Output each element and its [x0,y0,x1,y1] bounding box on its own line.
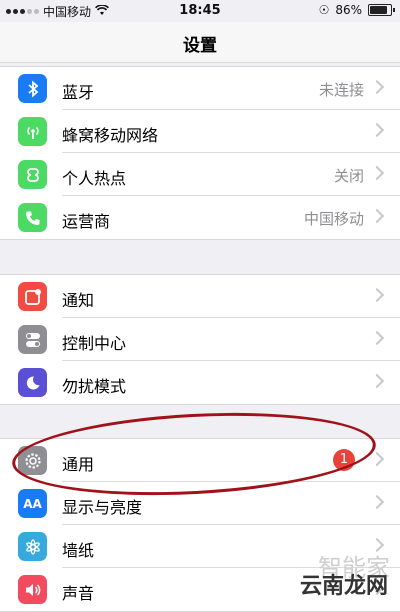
settings-row-general[interactable]: 通用 1 [0,439,400,482]
settings-row-bluetooth[interactable]: 蓝牙 未连接 [0,67,400,110]
chevron-right-icon [369,79,385,95]
settings-row-cellular[interactable]: 蜂窝移动网络 [0,110,400,153]
row-label: 运营商 [62,212,111,231]
navigation-bar: 设置 [0,22,400,63]
row-label: 蓝牙 [62,83,95,102]
chevron-right-icon [369,287,385,303]
row-label: 墙纸 [62,541,95,560]
status-bar: 中国移动 18:45 ☉ 86% [0,0,400,22]
chevron-right-icon [369,494,385,510]
chevron-right-icon [369,330,385,346]
row-label: 个人热点 [62,169,127,188]
row-label: 勿扰模式 [62,377,127,396]
notification-icon [18,282,47,311]
settings-group-connectivity: 蓝牙 未连接 蜂窝移动网络 个人热点 关闭 运营商 中国移动 [0,66,400,240]
sound-icon [18,575,47,604]
chevron-right-icon [369,208,385,224]
row-label: 控制中心 [62,334,127,353]
row-value: 关闭 [333,167,364,185]
hotspot-icon [18,160,47,189]
row-value: 未连接 [318,81,364,99]
orientation-lock-icon: ☉ [318,3,330,17]
chevron-right-icon [369,122,385,138]
battery-fill [370,6,388,14]
settings-row-control-center[interactable]: 控制中心 [0,318,400,361]
moon-icon [18,368,47,397]
watermark: 云南龙网 [299,574,388,599]
row-label: 蜂窝移动网络 [62,126,159,145]
wallpaper-icon [18,532,47,561]
page-title: 设置 [183,36,217,56]
row-label: 通用 [62,455,95,474]
row-label: 显示与亮度 [62,498,143,517]
battery-percent: 86% [335,3,362,17]
update-badge: 1 [333,449,355,471]
gear-icon [18,446,47,475]
row-label: 声音 [62,584,95,603]
bluetooth-icon [18,74,47,103]
display-icon: AA [18,489,47,518]
chevron-right-icon [369,373,385,389]
chevron-right-icon [369,451,385,467]
settings-row-display[interactable]: AA 显示与亮度 [0,482,400,525]
battery-icon [368,4,395,16]
settings-group-notifications: 通知 控制中心 勿扰模式 [0,274,400,405]
cellular-icon [18,117,47,146]
settings-row-hotspot[interactable]: 个人热点 关闭 [0,153,400,196]
settings-row-carrier[interactable]: 运营商 中国移动 [0,196,400,239]
settings-row-do-not-disturb[interactable]: 勿扰模式 [0,361,400,404]
status-right: ☉ 86% [318,3,395,17]
control-center-icon [18,325,47,354]
row-label: 通知 [62,291,95,310]
row-value: 中国移动 [303,210,364,228]
phone-icon [18,203,47,232]
chevron-right-icon [369,165,385,181]
settings-row-notifications[interactable]: 通知 [0,275,400,318]
